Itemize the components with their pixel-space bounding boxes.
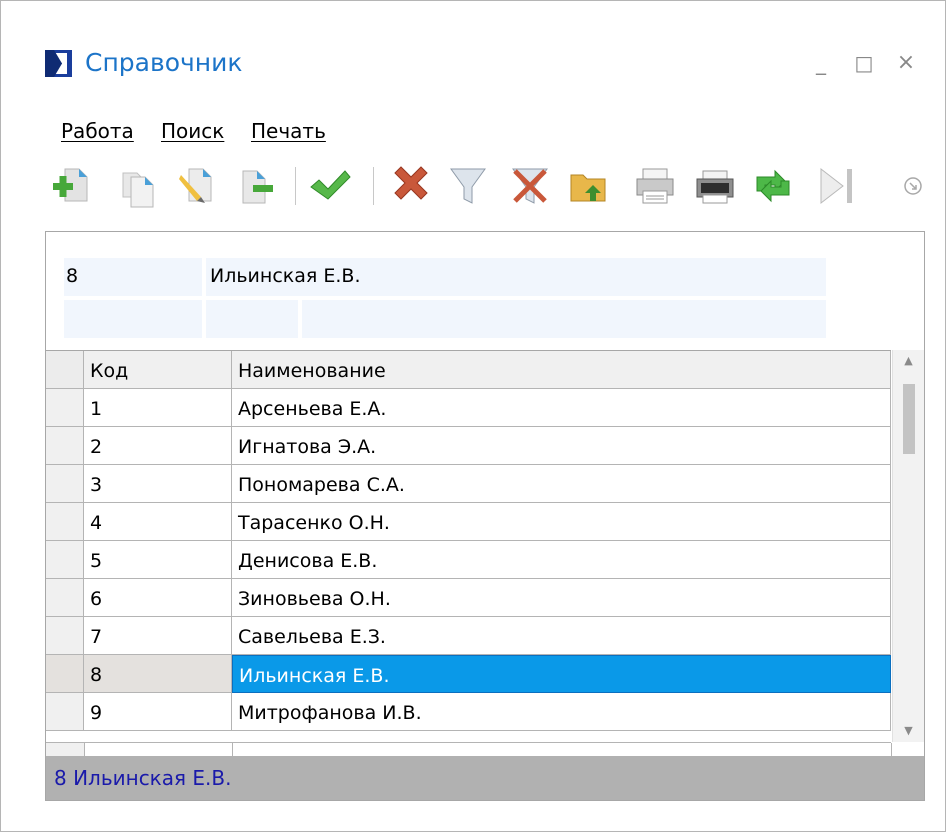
print-preview-icon[interactable] (693, 161, 737, 211)
row-indicator (46, 617, 84, 655)
row-indicator (46, 655, 84, 693)
row-indicator (46, 465, 84, 503)
menu-item-rabota[interactable]: Работа (61, 119, 134, 143)
cell-code[interactable]: 8 (84, 655, 232, 693)
cell-name[interactable]: Игнатова Э.А. (232, 427, 891, 465)
scroll-down-arrow-icon[interactable]: ▼ (893, 720, 924, 742)
refresh-icon[interactable] (751, 161, 795, 211)
cell-code[interactable]: 3 (84, 465, 232, 503)
maximize-button[interactable]: □ (849, 49, 879, 77)
name-field[interactable]: Ильинская Е.В. (206, 258, 826, 296)
more-options-icon[interactable] (891, 161, 935, 211)
status-text: 8 Ильинская Е.В. (54, 766, 232, 790)
table-row[interactable]: 6 Зиновьева О.Н. (46, 579, 891, 617)
toolbar-separator (373, 167, 374, 205)
cell-name[interactable]: Тарасенко О.Н. (232, 503, 891, 541)
extra-field-1[interactable] (64, 300, 202, 338)
delete-x-icon[interactable] (389, 161, 433, 211)
cell-name[interactable]: Савельева Е.З. (232, 617, 891, 655)
grid-header: Код Наименование (46, 351, 891, 389)
toolbar-separator (295, 167, 296, 205)
cell-name[interactable]: Денисова Е.В. (232, 541, 891, 579)
table-row[interactable]: 7 Савельева Е.З. (46, 617, 891, 655)
reference-window: Справочник _ □ × Работа Поиск Печать 8 И… (0, 0, 946, 832)
confirm-check-icon[interactable] (307, 161, 351, 211)
grid-partial-row (46, 742, 892, 757)
table-row[interactable]: 2 Игнатова Э.А. (46, 427, 891, 465)
cell-code[interactable]: 4 (84, 503, 232, 541)
toolbar (45, 161, 935, 211)
menu-item-pechat[interactable]: Печать (251, 119, 326, 143)
table-row[interactable]: 3 Пономарева С.А. (46, 465, 891, 503)
row-indicator (46, 541, 84, 579)
column-header-name[interactable]: Наименование (232, 351, 891, 389)
table-row[interactable]: 9 Митрофанова И.В. (46, 693, 891, 731)
row-indicator-header (46, 351, 84, 389)
cell-code[interactable]: 5 (84, 541, 232, 579)
table-row[interactable]: 5 Денисова Е.В. (46, 541, 891, 579)
code-field-value: 8 (66, 265, 79, 287)
filter-icon[interactable] (447, 161, 491, 211)
cell-code[interactable]: 9 (84, 693, 232, 731)
window-title: Справочник (85, 48, 243, 77)
table-row[interactable]: 1 Арсеньева Е.А. (46, 389, 891, 427)
main-panel: 8 Ильинская Е.В. Код Наименование 1 Арсе… (45, 231, 925, 801)
row-indicator (46, 389, 84, 427)
cell-code[interactable]: 2 (84, 427, 232, 465)
row-indicator (46, 693, 84, 731)
close-button[interactable]: × (891, 49, 921, 77)
cell-code[interactable]: 6 (84, 579, 232, 617)
code-field[interactable]: 8 (64, 258, 202, 296)
row-indicator (46, 503, 84, 541)
extra-field-3[interactable] (302, 300, 826, 338)
extra-field-2[interactable] (206, 300, 298, 338)
copy-record-icon[interactable] (115, 161, 159, 211)
menu-item-poisk[interactable]: Поиск (161, 119, 224, 143)
table-row[interactable]: 4 Тарасенко О.Н. (46, 503, 891, 541)
row-indicator (46, 427, 84, 465)
add-record-icon[interactable] (49, 161, 93, 211)
remove-record-icon[interactable] (235, 161, 279, 211)
cell-name[interactable]: Митрофанова И.В. (232, 693, 891, 731)
status-bar: 8 Ильинская Е.В. (46, 756, 924, 800)
cell-code[interactable]: 7 (84, 617, 232, 655)
last-record-icon[interactable] (815, 161, 859, 211)
print-icon[interactable] (633, 161, 677, 211)
scrollbar-thumb[interactable] (903, 384, 915, 454)
app-logo-icon (45, 50, 72, 77)
export-folder-icon[interactable] (567, 161, 611, 211)
cell-name[interactable]: Пономарева С.А. (232, 465, 891, 503)
table-row-selected[interactable]: 8 Ильинская Е.В. (46, 655, 891, 693)
edit-record-icon[interactable] (175, 161, 219, 211)
name-field-value: Ильинская Е.В. (210, 265, 361, 287)
row-indicator (46, 743, 85, 757)
cell-code (84, 743, 233, 757)
cell-name[interactable]: Ильинская Е.В. (232, 655, 891, 693)
data-grid: Код Наименование 1 Арсеньева Е.А. 2 Игна… (46, 350, 891, 743)
minimize-button[interactable]: _ (806, 49, 836, 77)
vertical-scrollbar[interactable]: ▲ ▼ (892, 350, 924, 742)
column-header-code[interactable]: Код (84, 351, 232, 389)
cell-name (232, 743, 892, 757)
cell-name[interactable]: Зиновьева О.Н. (232, 579, 891, 617)
cell-code[interactable]: 1 (84, 389, 232, 427)
cell-name[interactable]: Арсеньева Е.А. (232, 389, 891, 427)
row-indicator (46, 579, 84, 617)
scroll-up-arrow-icon[interactable]: ▲ (893, 350, 924, 372)
clear-filter-icon[interactable] (509, 161, 553, 211)
